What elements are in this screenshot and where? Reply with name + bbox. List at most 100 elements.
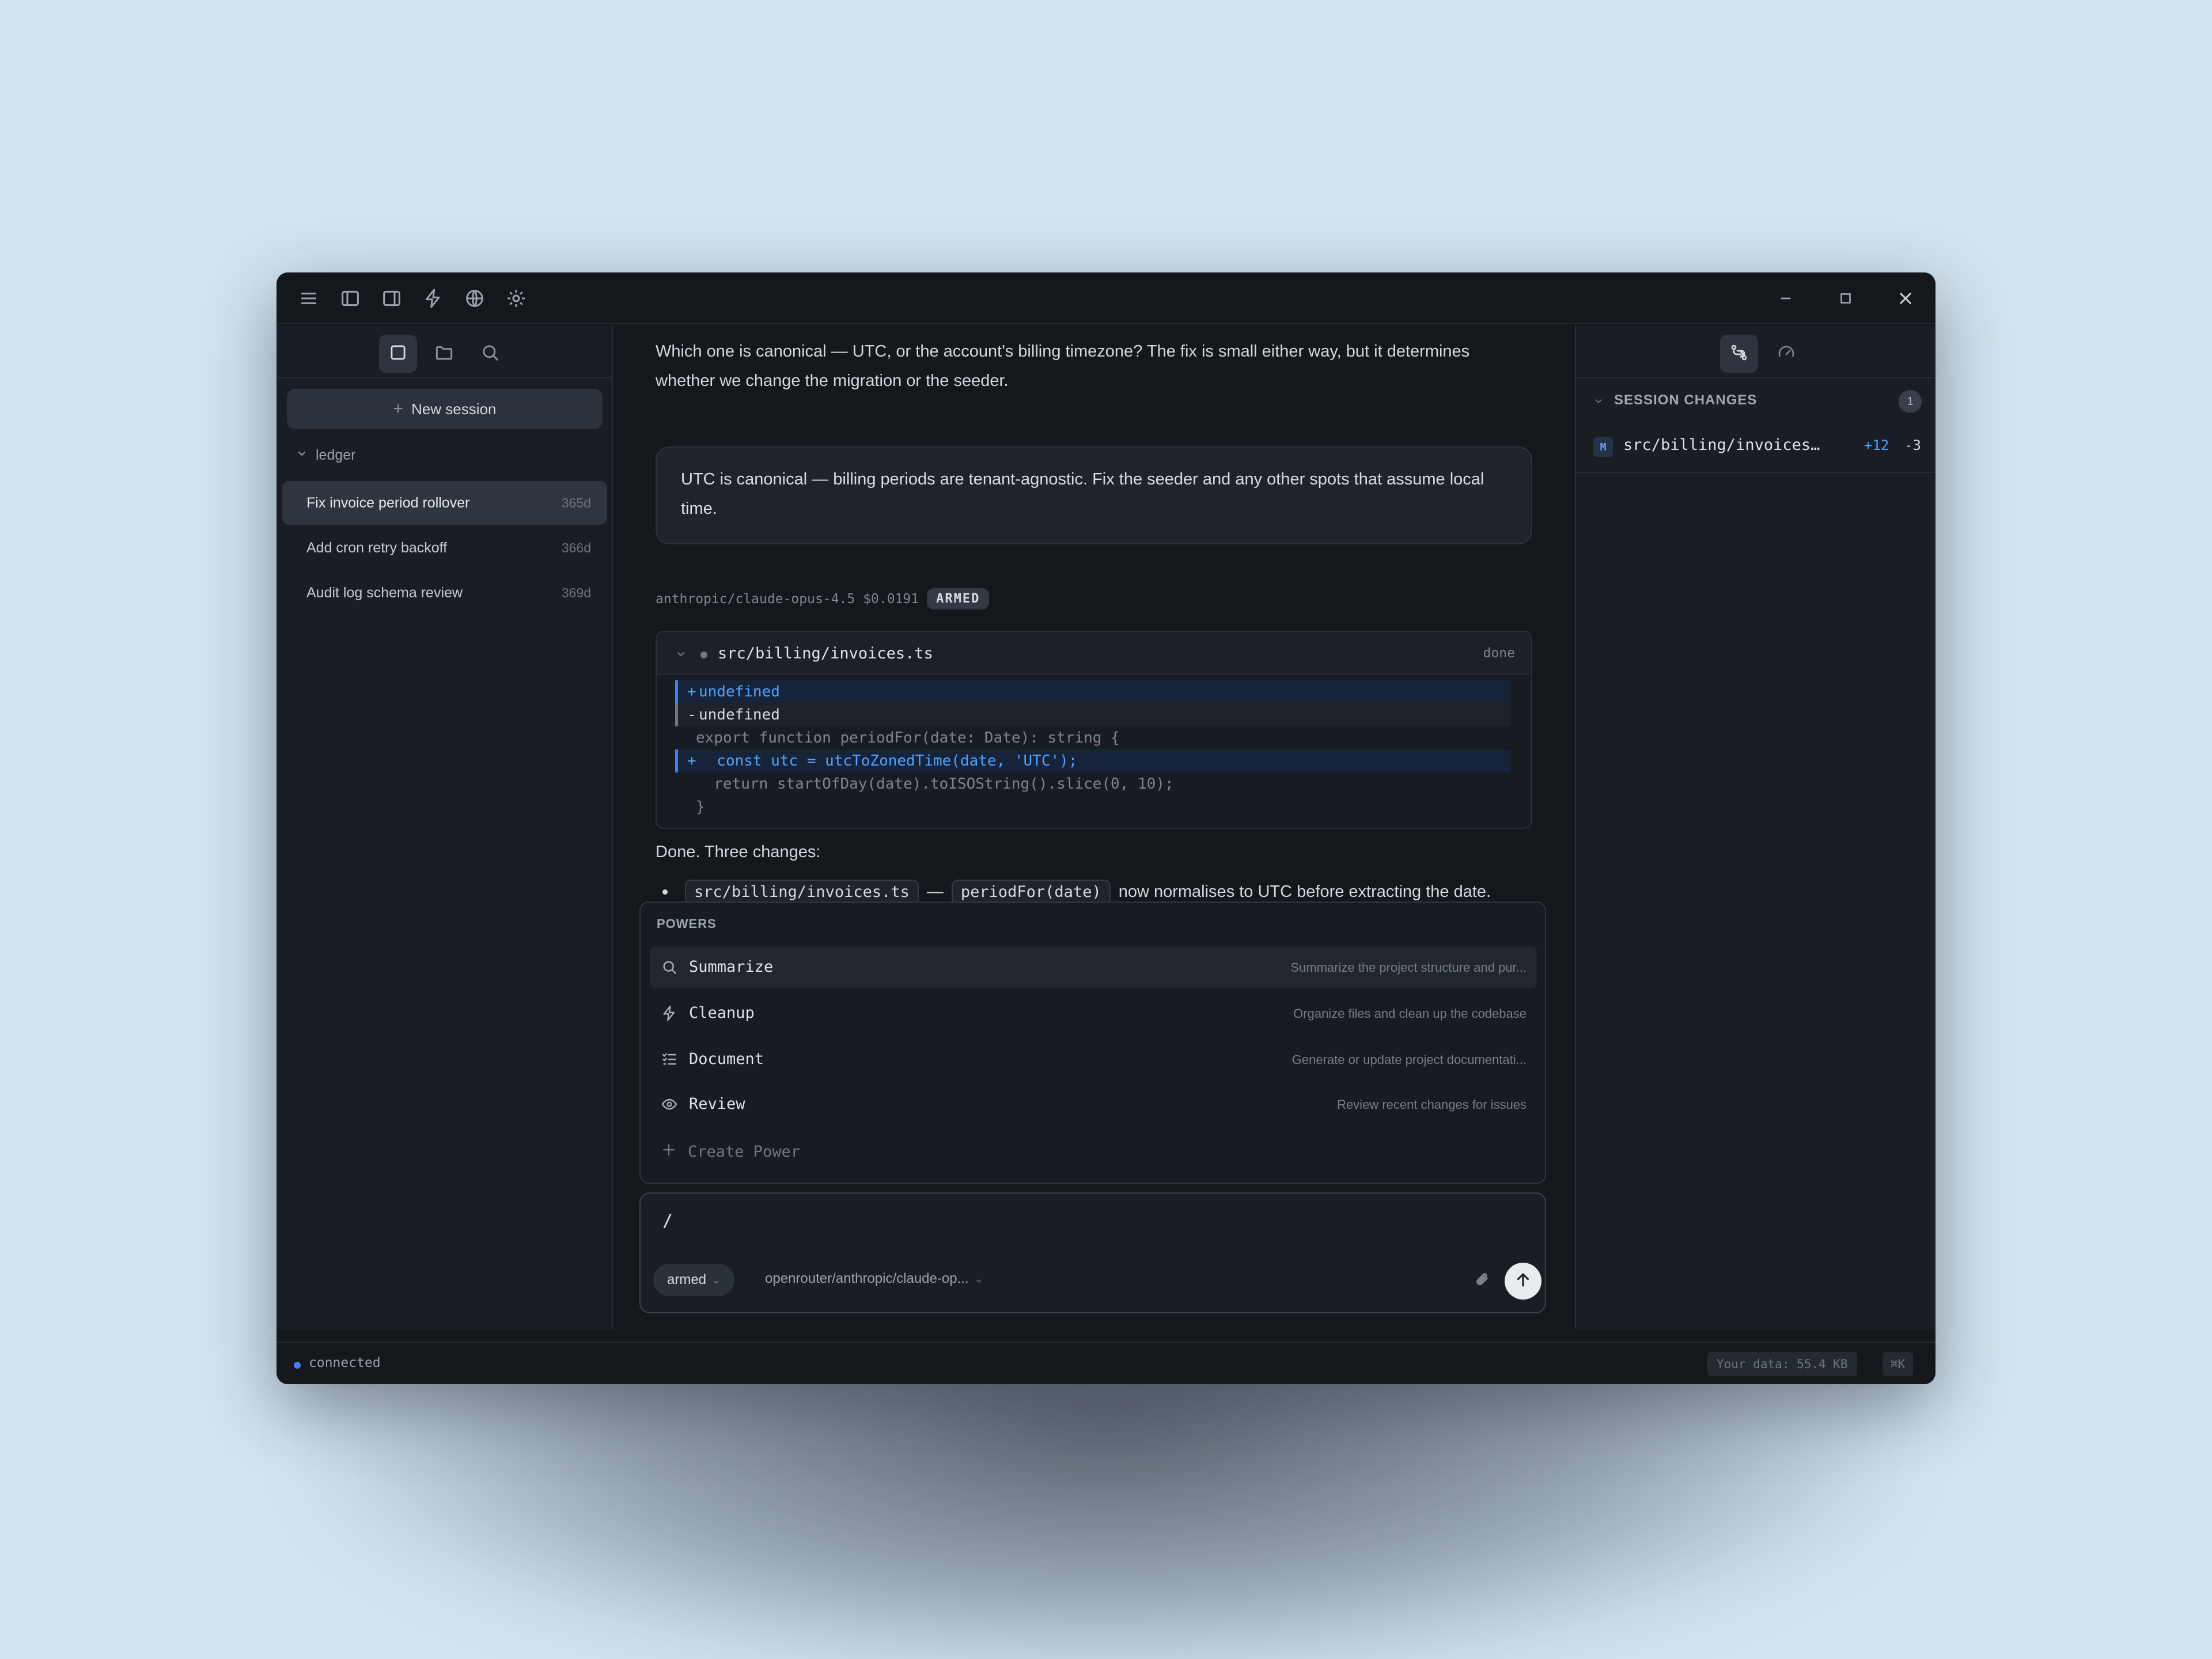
power-item-cleanup[interactable]: Cleanup Organize files and clean up the … xyxy=(650,993,1537,1034)
power-name: Document xyxy=(689,1050,764,1068)
paperclip-icon[interactable] xyxy=(1472,1270,1493,1290)
power-name: Cleanup xyxy=(689,1004,755,1022)
sidebar: + New session ledger Fix invoice period … xyxy=(276,325,613,1329)
chevron-down-icon: ⌄ xyxy=(974,1272,983,1285)
chevron-down-icon xyxy=(295,446,309,464)
diff-line-context: } xyxy=(696,798,705,816)
bullet-text: now normalises to UTC before extracting … xyxy=(1118,882,1491,901)
new-session-button[interactable]: + New session xyxy=(287,389,603,429)
assistant-message: Which one is canonical — UTC, or the acc… xyxy=(656,342,1470,390)
arrow-up-icon xyxy=(1513,1270,1533,1293)
cost-label: $0.0191 xyxy=(863,591,919,607)
sidebar-tabs xyxy=(276,325,613,378)
toggle-left-panel-icon[interactable] xyxy=(339,287,362,310)
power-item-document[interactable]: Document Generate or update project docu… xyxy=(650,1039,1537,1080)
right-panel-tabs xyxy=(1576,325,1936,378)
command-palette-shortcut[interactable]: ⌘K xyxy=(1883,1352,1914,1376)
menu-icon[interactable] xyxy=(297,287,320,310)
globe-icon[interactable] xyxy=(463,287,486,310)
sessions-tab[interactable] xyxy=(379,335,417,373)
diff-file-name: src/billing/invoices.ts xyxy=(718,645,933,662)
dash-separator: — xyxy=(926,882,944,901)
powers-menu: POWERS Summarize Summarize the project s… xyxy=(639,902,1546,1184)
plus-icon: + xyxy=(393,399,404,418)
diff-line-added: + const utc = utcToZonedTime(date, 'UTC'… xyxy=(675,749,1510,772)
minimize-icon[interactable] xyxy=(1774,287,1797,310)
diff-line-added: + undefined xyxy=(675,680,1510,703)
search-icon xyxy=(479,342,501,366)
data-usage-chip[interactable]: Your data: 55.4 KB xyxy=(1707,1352,1857,1376)
diff-card: src/billing/invoices.ts done + undefined … xyxy=(656,631,1532,829)
list-check-icon xyxy=(660,1050,679,1069)
power-description: Organize files and clean up the codebase xyxy=(1293,1006,1527,1021)
search-icon xyxy=(660,958,679,976)
model-info-line: anthropic/claude-opus-4.5 $0.0191 ARMED xyxy=(656,588,990,609)
session-item[interactable]: Add cron retry backoff 366d xyxy=(282,526,607,570)
chevron-down-icon xyxy=(1592,395,1605,407)
gauge-icon xyxy=(1776,342,1797,366)
session-title: Fix invoice period rollover xyxy=(306,494,470,511)
create-power-label: Create Power xyxy=(688,1143,801,1161)
chevron-down-icon xyxy=(674,647,688,661)
git-compare-icon xyxy=(1729,342,1749,366)
project-group-label: ledger xyxy=(316,447,356,463)
eye-icon xyxy=(660,1095,679,1113)
chevron-down-icon: ⌄ xyxy=(712,1274,721,1286)
deletions-count: -3 xyxy=(1904,437,1921,453)
connection-status: connected xyxy=(309,1355,381,1370)
session-item[interactable]: Audit log schema review 369d xyxy=(282,571,607,615)
power-name: Summarize xyxy=(689,958,774,976)
plus-icon xyxy=(660,1141,677,1162)
composer: / armed ⌄ openrouter/anthropic/claude-op… xyxy=(639,1192,1546,1313)
message-input[interactable]: / xyxy=(662,1211,673,1231)
lightning-icon xyxy=(660,1004,679,1022)
changes-count-badge: 1 xyxy=(1899,390,1922,413)
bullet-dot xyxy=(662,889,668,895)
session-item[interactable]: Fix invoice period rollover 365d xyxy=(282,481,607,525)
power-item-summarize[interactable]: Summarize Summarize the project structur… xyxy=(650,946,1537,988)
project-group-toggle[interactable]: ledger xyxy=(295,446,356,464)
square-icon xyxy=(387,342,409,366)
diff-line-removed: - undefined xyxy=(675,703,1510,726)
changes-tab[interactable] xyxy=(1720,335,1758,373)
app-window: + New session ledger Fix invoice period … xyxy=(276,272,1936,1384)
power-description: Generate or update project documentati..… xyxy=(1291,1052,1527,1067)
diff-status: done xyxy=(1483,646,1515,661)
right-panel: SESSION CHANGES 1 M src/billing/invoices… xyxy=(1575,325,1936,1329)
close-icon[interactable] xyxy=(1894,287,1917,310)
model-label: openrouter/anthropic/claude-op... xyxy=(765,1271,969,1286)
mode-label: armed xyxy=(667,1272,707,1287)
session-changes-header[interactable]: SESSION CHANGES 1 xyxy=(1576,378,1936,422)
diff-header[interactable]: src/billing/invoices.ts done xyxy=(657,632,1531,675)
maximize-icon[interactable] xyxy=(1834,287,1857,310)
model-selector[interactable]: openrouter/anthropic/claude-op... ⌄ xyxy=(765,1271,983,1287)
model-name: anthropic/claude-opus-4.5 xyxy=(656,591,855,607)
files-tab[interactable] xyxy=(425,335,463,373)
additions-count: +12 xyxy=(1864,437,1889,453)
power-description: Summarize the project structure and pur.… xyxy=(1290,960,1527,975)
user-message-bubble: UTC is canonical — billing periods are t… xyxy=(656,446,1532,544)
search-tab[interactable] xyxy=(471,335,509,373)
session-age: 365d xyxy=(561,495,591,510)
mode-badge: ARMED xyxy=(927,588,990,609)
usage-tab[interactable] xyxy=(1767,335,1805,373)
mode-selector[interactable]: armed ⌄ xyxy=(653,1264,735,1296)
session-age: 369d xyxy=(561,585,591,600)
status-bar: connected Your data: 55.4 KB ⌘K xyxy=(276,1342,1936,1384)
create-power-button[interactable]: Create Power xyxy=(660,1141,800,1162)
lightning-icon[interactable] xyxy=(422,287,445,310)
toggle-right-panel-icon[interactable] xyxy=(380,287,403,310)
power-item-review[interactable]: Review Review recent changes for issues xyxy=(650,1084,1537,1125)
file-dot-icon xyxy=(700,652,707,658)
inline-code-file: src/billing/invoices.ts xyxy=(685,879,919,904)
session-changes-title: SESSION CHANGES xyxy=(1614,392,1758,408)
send-button[interactable] xyxy=(1505,1263,1541,1300)
changed-file-row[interactable]: M src/billing/invoices… +12 -3 xyxy=(1576,422,1936,473)
diff-line-context: return startOfDay(date).toISOString().sl… xyxy=(696,775,1174,793)
session-title: Audit log schema review xyxy=(306,584,463,601)
title-bar xyxy=(276,272,1936,324)
session-age: 366d xyxy=(561,540,591,555)
summary-text: Done. Three changes: xyxy=(656,843,821,861)
connection-status-dot xyxy=(294,1362,301,1369)
gear-icon[interactable] xyxy=(505,287,528,310)
